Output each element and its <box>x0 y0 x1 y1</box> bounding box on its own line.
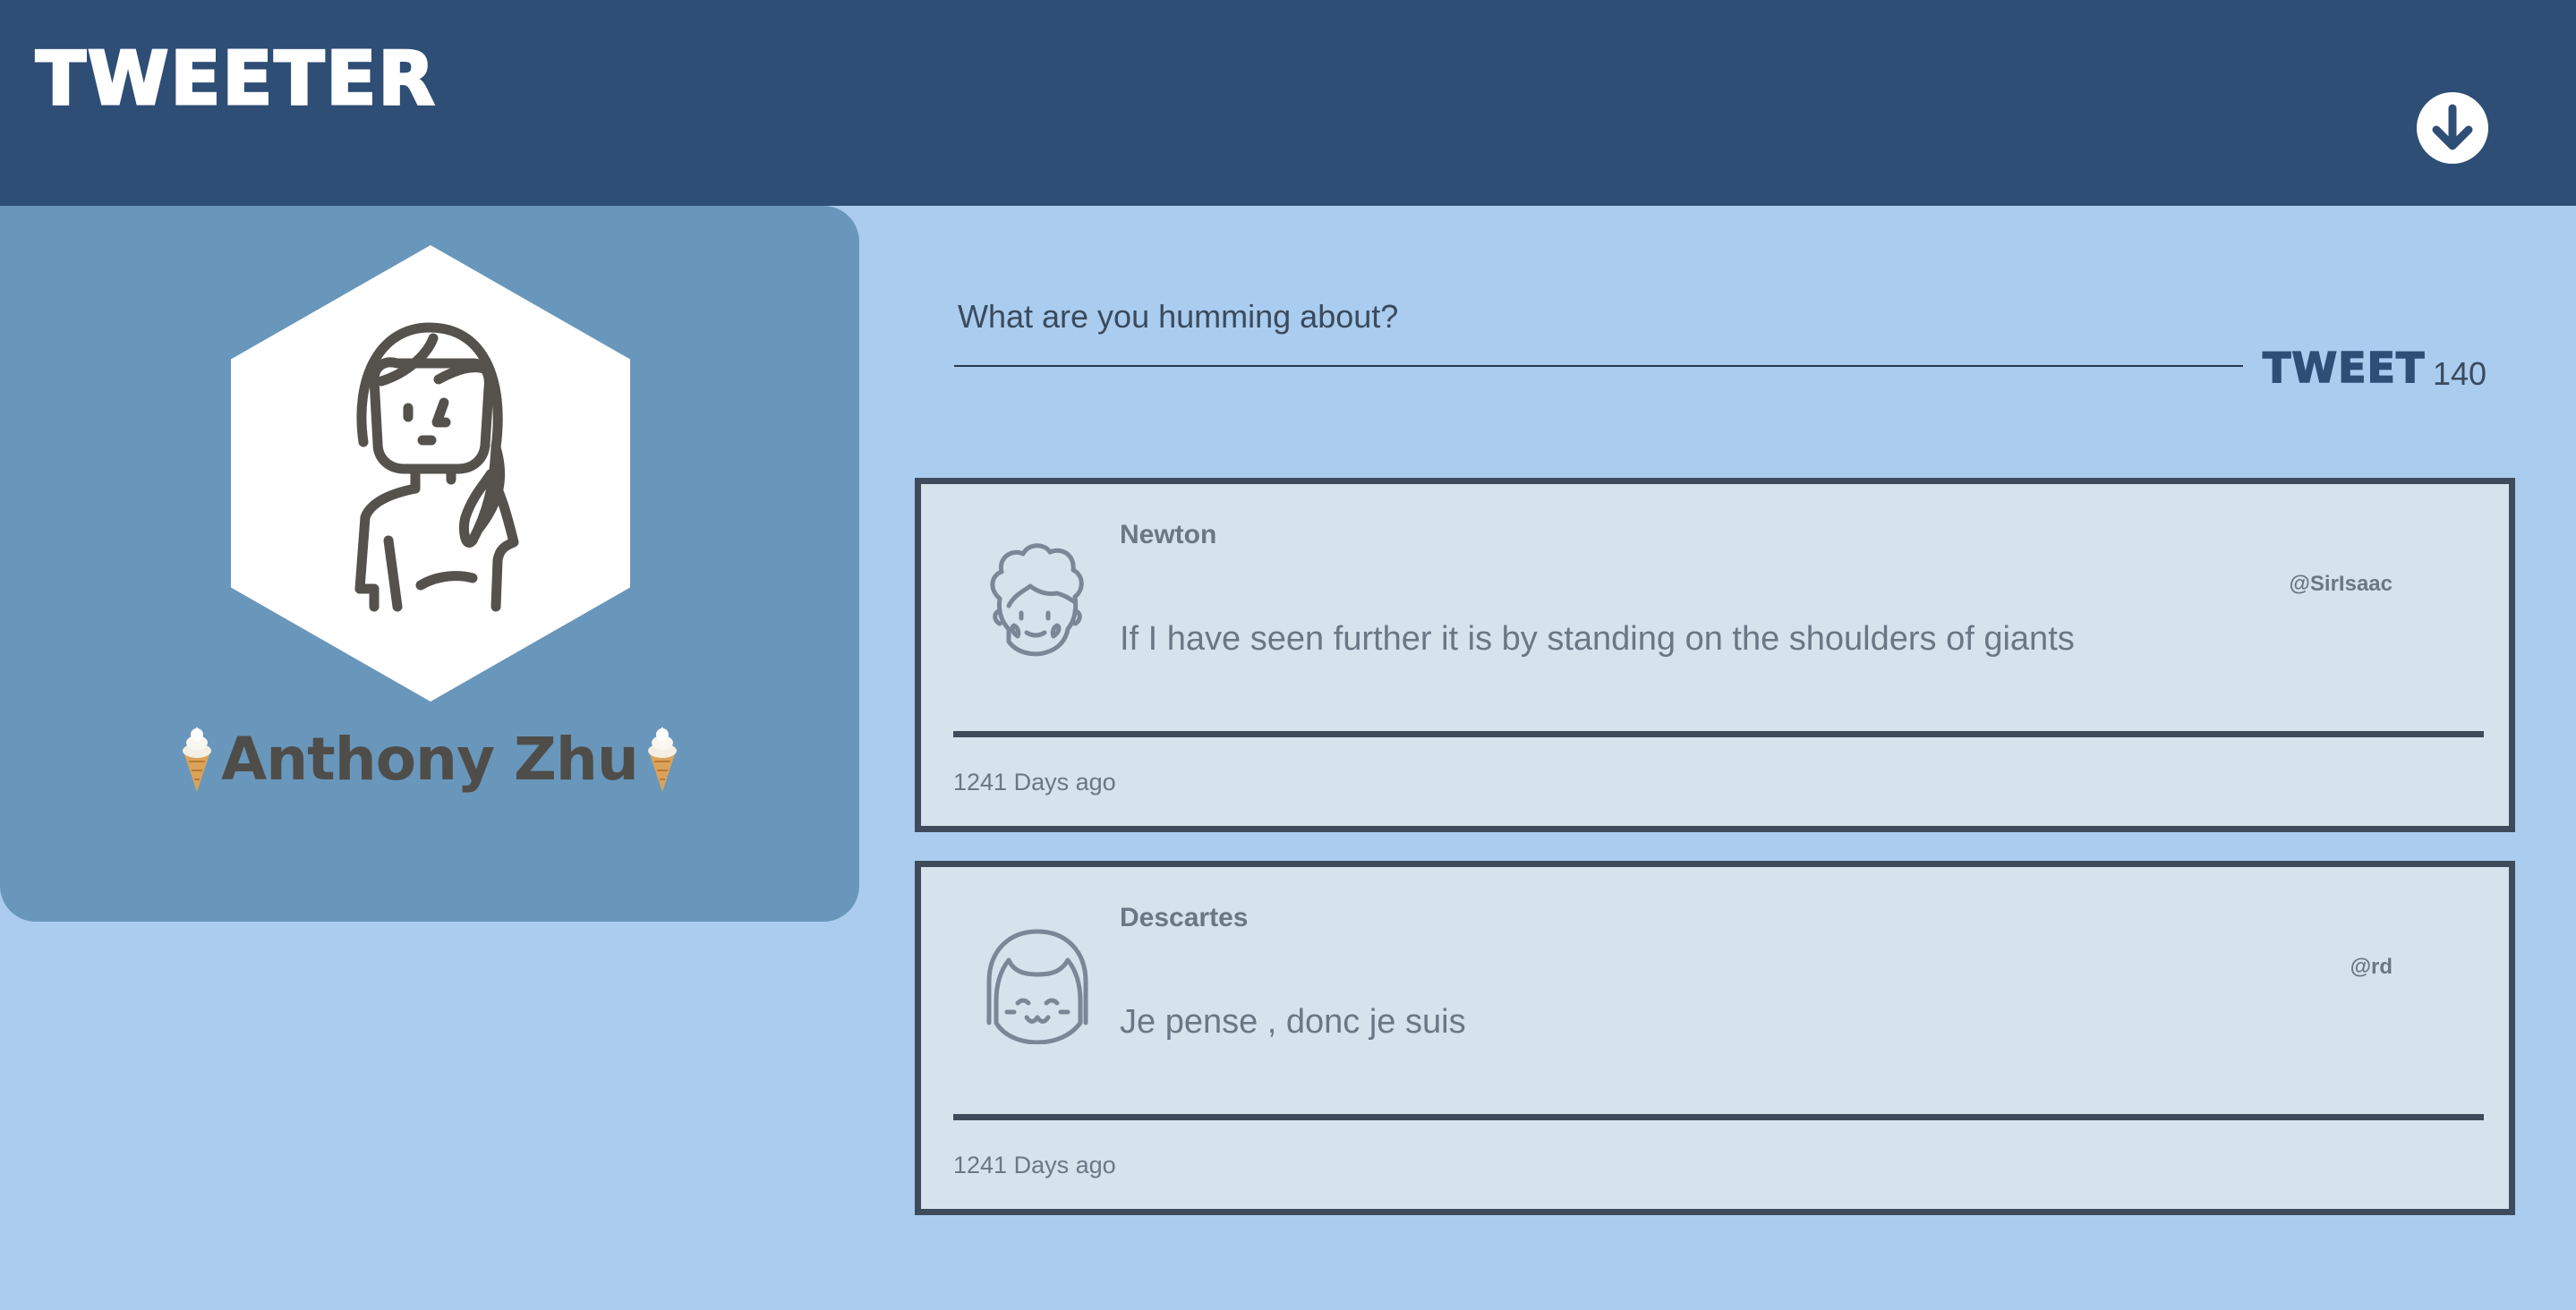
tweet-card: Descartes @rd Je pense , donc je suis 12… <box>915 861 2515 1215</box>
tweet-timestamp: 1241 Days ago <box>953 1152 1116 1178</box>
woman-long-hair-icon <box>354 322 519 612</box>
bob-hair-face-icon <box>986 929 1088 1044</box>
tweet-divider <box>953 731 2484 737</box>
tweet-text: Je pense , donc je suis <box>1120 1003 1466 1041</box>
tweet-card: Newton @SirIsaac If I have seen further … <box>915 478 2515 832</box>
curly-hair-face-icon <box>990 543 1084 657</box>
nav-toggle-button[interactable] <box>2417 92 2488 164</box>
tweet-text: If I have seen further it is by standing… <box>1120 620 2075 658</box>
tweet-timestamp: 1241 Days ago <box>953 769 1116 795</box>
arrow-down-circle-icon <box>2418 94 2486 162</box>
tweet-author-handle[interactable]: @SirIsaac <box>2290 572 2393 597</box>
profile-name: Anthony Zhu <box>221 724 639 794</box>
tweet-divider <box>953 1114 2484 1120</box>
tweet-composer-input[interactable] <box>954 268 2243 367</box>
brand-logo[interactable]: TWEETER <box>35 41 437 117</box>
tweet-author-name[interactable]: Newton <box>1120 520 1216 550</box>
tweet-button[interactable]: TWEET <box>2262 346 2425 389</box>
ice-cream-cone-icon <box>647 727 677 792</box>
tweet-author-handle[interactable]: @rd <box>2350 955 2393 980</box>
top-navbar: TWEETER <box>0 0 2576 206</box>
tweet-author-name[interactable]: Descartes <box>1120 903 1248 933</box>
char-counter: 140 <box>2433 355 2487 392</box>
profile-card: Anthony Zhu <box>0 206 859 922</box>
profile-avatar <box>231 245 630 702</box>
ice-cream-cone-icon <box>183 727 212 792</box>
profile-name-row: Anthony Zhu <box>0 714 859 804</box>
